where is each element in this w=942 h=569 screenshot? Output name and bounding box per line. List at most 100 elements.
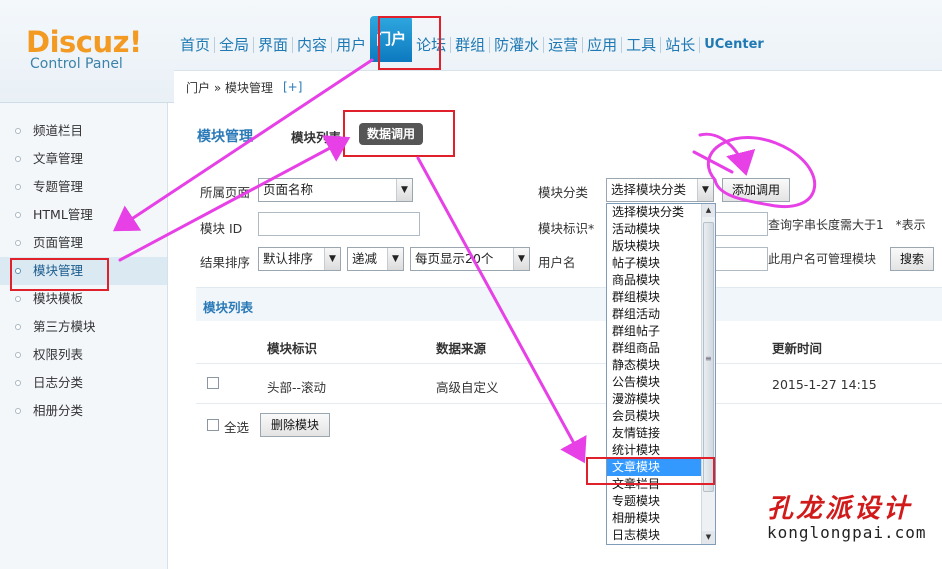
category-dropdown-list[interactable]: 选择模块分类 活动模块 版块模块 帖子模块 商品模块 群组模块 群组活动 群组帖子 群组商品 静态… bbox=[606, 203, 716, 545]
discuz-logo[interactable]: Discuz! Control Panel bbox=[26, 26, 142, 72]
module-tag-input[interactable] bbox=[714, 212, 768, 236]
sidebar-item-label: 页面管理 bbox=[33, 235, 84, 250]
annotation-box-portal bbox=[378, 16, 441, 70]
nav-tools[interactable]: 工具 bbox=[622, 34, 660, 56]
bullet-icon bbox=[15, 240, 21, 246]
dropdown-option[interactable]: 群组活动 bbox=[607, 306, 715, 323]
dropdown-scrollbar[interactable]: ▲ ≡ ▼ bbox=[701, 204, 715, 544]
sidebar-item-article[interactable]: 文章管理 bbox=[0, 145, 167, 173]
sidebar-item-label: 权限列表 bbox=[33, 347, 84, 362]
annotation-box-block-manage bbox=[10, 258, 109, 291]
module-tag-label: 模块标识* bbox=[538, 221, 595, 236]
sidebar-item-label: 频道栏目 bbox=[33, 123, 84, 138]
page-filter-label: 所属页面 bbox=[200, 185, 251, 200]
perpage-select[interactable]: 每页显示20个 ▼ bbox=[410, 247, 530, 271]
dropdown-option[interactable]: 群组商品 bbox=[607, 340, 715, 357]
sidebar-item-album-category[interactable]: 相册分类 bbox=[0, 397, 167, 425]
sidebar-item-html[interactable]: HTML管理 bbox=[0, 201, 167, 229]
page-select[interactable]: 页面名称 ▼ bbox=[258, 178, 413, 202]
row-checkbox[interactable] bbox=[207, 377, 219, 389]
nav-user[interactable]: 用户 bbox=[332, 34, 370, 56]
dropdown-option[interactable]: 版块模块 bbox=[607, 238, 715, 255]
nav-group[interactable]: 群组 bbox=[451, 34, 489, 56]
column-header-tag: 模块标识 bbox=[267, 341, 318, 356]
dropdown-option[interactable]: 静态模块 bbox=[607, 357, 715, 374]
add-call-button[interactable]: 添加调用 bbox=[722, 178, 790, 202]
chevron-down-icon: ▼ bbox=[324, 248, 340, 270]
sidebar-item-label: 相册分类 bbox=[33, 403, 84, 418]
dropdown-option[interactable]: 帖子模块 bbox=[607, 255, 715, 272]
sidebar-item-label: 第三方模块 bbox=[33, 319, 96, 334]
sidebar-item-third-party[interactable]: 第三方模块 bbox=[0, 313, 167, 341]
scroll-down-icon[interactable]: ▼ bbox=[702, 531, 715, 544]
module-id-input[interactable] bbox=[258, 212, 420, 236]
tag-hint: 查询字串长度需大于1 *表示 bbox=[768, 218, 926, 232]
nav-style[interactable]: 界面 bbox=[254, 34, 292, 56]
page-title: 模块管理 bbox=[197, 129, 253, 145]
category-select[interactable]: 选择模块分类 ▼ bbox=[606, 178, 714, 202]
nav-antispam[interactable]: 防灌水 bbox=[490, 34, 543, 56]
nav-ucenter[interactable]: UCenter bbox=[700, 34, 768, 56]
dropdown-option[interactable]: 群组帖子 bbox=[607, 323, 715, 340]
username-hint: 此用户名可管理模块 bbox=[768, 252, 877, 266]
section-title: 模块列表 bbox=[203, 300, 254, 315]
dropdown-option[interactable]: 活动模块 bbox=[607, 221, 715, 238]
block-list-section: 模块列表 bbox=[196, 287, 942, 321]
bullet-icon bbox=[15, 352, 21, 358]
dropdown-option[interactable]: 商品模块 bbox=[607, 272, 715, 289]
sidebar-item-blog-category[interactable]: 日志分类 bbox=[0, 369, 167, 397]
sidebar-item-channel[interactable]: 频道栏目 bbox=[0, 117, 167, 145]
nav-apps[interactable]: 应用 bbox=[583, 34, 621, 56]
sidebar-item-label: HTML管理 bbox=[33, 207, 93, 222]
tab-block-list[interactable]: 模块列表 bbox=[291, 127, 341, 146]
dropdown-options: 选择模块分类 活动模块 版块模块 帖子模块 商品模块 群组模块 群组活动 群组帖子 群组商品 静态… bbox=[607, 204, 715, 544]
sort-label: 结果排序 bbox=[200, 255, 251, 270]
nav-global[interactable]: 全局 bbox=[215, 34, 253, 56]
scroll-grip-icon: ≡ bbox=[705, 354, 712, 363]
nav-home[interactable]: 首页 bbox=[176, 34, 214, 56]
column-header-updated: 更新时间 bbox=[772, 341, 823, 356]
watermark-en: konglongpai.com bbox=[767, 523, 927, 542]
sidebar-item-page[interactable]: 页面管理 bbox=[0, 229, 167, 257]
scroll-up-icon[interactable]: ▲ bbox=[702, 204, 715, 217]
annotation-box-article-block bbox=[586, 457, 715, 485]
order-select[interactable]: 递减 ▼ bbox=[347, 247, 404, 271]
username-input[interactable] bbox=[714, 247, 768, 271]
cell-tag[interactable]: 头部--滚动 bbox=[267, 377, 326, 396]
bullet-icon bbox=[15, 296, 21, 302]
nav-operation[interactable]: 运营 bbox=[544, 34, 582, 56]
sidebar-item-topic[interactable]: 专题管理 bbox=[0, 173, 167, 201]
sort-select[interactable]: 默认排序 ▼ bbox=[258, 247, 341, 271]
bullet-icon bbox=[15, 156, 21, 162]
dropdown-option[interactable]: 选择模块分类 bbox=[607, 204, 715, 221]
dropdown-option[interactable]: 相册模块 bbox=[607, 510, 715, 527]
category-filter-label: 模块分类 bbox=[538, 185, 589, 200]
select-all-checkbox[interactable] bbox=[207, 419, 219, 431]
nav-content[interactable]: 内容 bbox=[293, 34, 331, 56]
select-all-label: 全选 bbox=[224, 420, 250, 435]
dropdown-option[interactable]: 漫游模块 bbox=[607, 391, 715, 408]
bullet-icon bbox=[15, 184, 21, 190]
bullet-icon bbox=[15, 212, 21, 218]
module-id-label: 模块 ID bbox=[200, 221, 243, 236]
dropdown-option[interactable]: 专题模块 bbox=[607, 493, 715, 510]
delete-block-button[interactable]: 删除模块 bbox=[260, 413, 330, 437]
chevron-down-icon: ▼ bbox=[387, 248, 403, 270]
cell-updated: 2015-1-27 14:15 bbox=[772, 377, 877, 392]
dropdown-option[interactable]: 日志模块 bbox=[607, 527, 715, 544]
nav-founder[interactable]: 站长 bbox=[661, 34, 699, 56]
sort-select-value: 默认排序 bbox=[263, 251, 314, 266]
sidebar-item-label: 模块模板 bbox=[33, 291, 84, 306]
search-button[interactable]: 搜索 bbox=[890, 247, 934, 271]
dropdown-option[interactable]: 公告模块 bbox=[607, 374, 715, 391]
username-label: 用户名 bbox=[538, 255, 576, 270]
dropdown-option[interactable]: 友情链接 bbox=[607, 425, 715, 442]
sidebar-item-permissions[interactable]: 权限列表 bbox=[0, 341, 167, 369]
row-divider bbox=[196, 363, 942, 364]
dropdown-option[interactable]: 会员模块 bbox=[607, 408, 715, 425]
add-shortcut-link[interactable]: [+] bbox=[283, 80, 302, 94]
dropdown-option[interactable]: 群组模块 bbox=[607, 289, 715, 306]
logo-text: Discuz! bbox=[26, 25, 142, 59]
sidebar-item-label: 文章管理 bbox=[33, 151, 84, 166]
watermark: 孔龙派设计 konglongpai.com bbox=[767, 488, 927, 542]
